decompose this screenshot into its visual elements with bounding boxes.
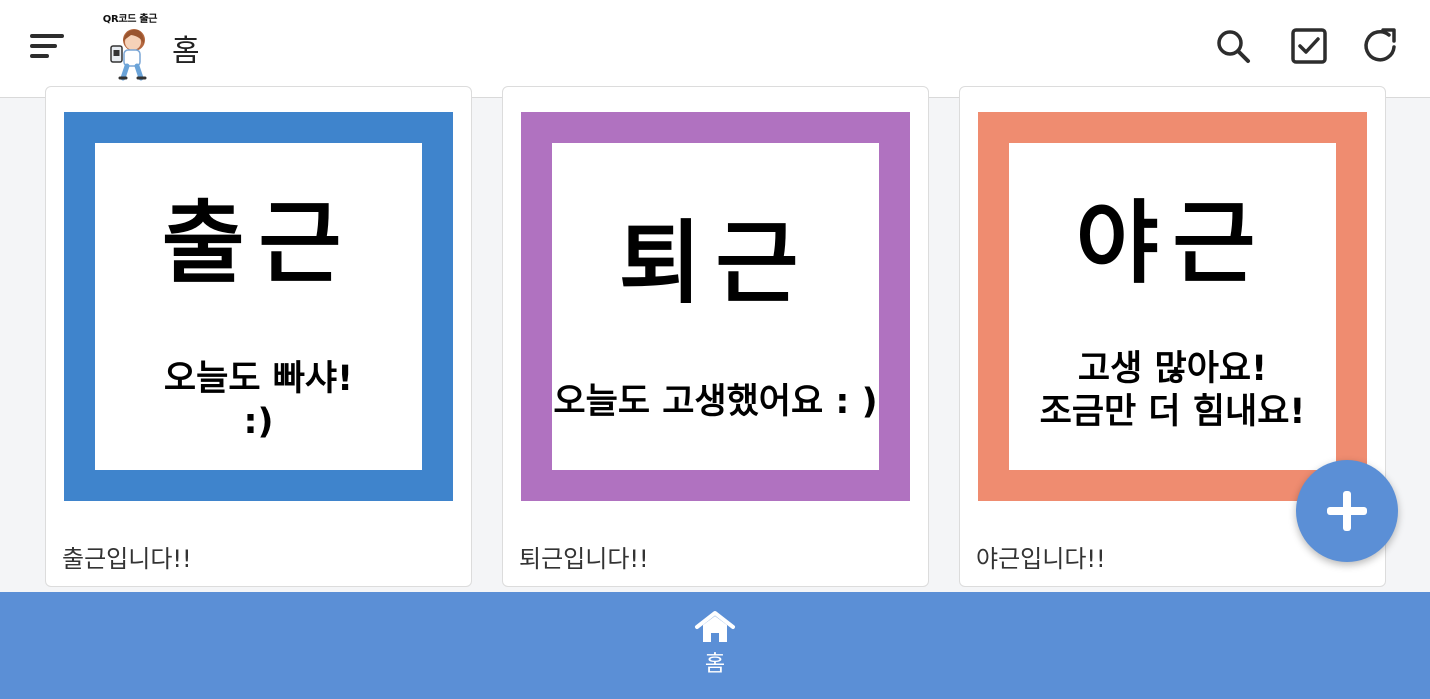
page-title: 홈	[172, 34, 200, 69]
nav-item-home-label: 홈	[704, 652, 726, 677]
card-check-out[interactable]: 퇴근 오늘도 고생했어요 : ) 퇴근입니다!!	[502, 86, 929, 587]
app-root: QR코드 출근 홈 출근 오늘도 빠샤!:) 출근입니다!! 퇴근 오늘도 고…	[0, 0, 1430, 699]
home-icon	[695, 611, 735, 642]
card-main-text: 야근	[1075, 191, 1270, 296]
card-caption: 야근입니다!!	[976, 545, 1106, 573]
card-sub-text: 고생 많아요! 조금만 더 힘내요!	[1039, 349, 1306, 433]
qr-image-frame: 출근 오늘도 빠샤! :)	[64, 112, 453, 501]
logo-character-illustration	[110, 29, 147, 81]
qr-image-inner: 퇴근 오늘도 고생했어요 : )	[552, 143, 879, 470]
plus-icon-vertical	[1343, 491, 1351, 531]
menu-line	[30, 54, 49, 58]
search-icon[interactable]	[1213, 26, 1253, 66]
top-app-bar: QR코드 출근 홈	[0, 0, 1430, 98]
card-sub-text: 오늘도 빠샤! :)	[163, 359, 354, 443]
menu-line	[30, 34, 64, 38]
card-check-in[interactable]: 출근 오늘도 빠샤! :) 출근입니다!!	[45, 86, 472, 587]
add-button[interactable]	[1296, 460, 1398, 562]
nav-item-home[interactable]: 홈	[675, 610, 755, 686]
card-main-text: 퇴근	[618, 211, 813, 316]
menu-icon[interactable]	[28, 30, 68, 64]
refresh-icon[interactable]	[1361, 26, 1401, 66]
qr-image-frame: 야근 고생 많아요! 조금만 더 힘내요!	[978, 112, 1367, 501]
qr-image-frame: 퇴근 오늘도 고생했어요 : )	[521, 112, 910, 501]
card-main-text: 출근	[161, 191, 356, 296]
card-caption: 퇴근입니다!!	[519, 545, 649, 573]
menu-line	[30, 44, 57, 48]
app-logo: QR코드 출근	[98, 10, 162, 82]
card-caption: 출근입니다!!	[62, 545, 192, 573]
bottom-navigation: 홈	[0, 592, 1430, 699]
qr-image-inner: 야근 고생 많아요! 조금만 더 힘내요!	[1009, 143, 1336, 470]
checkbox-icon[interactable]	[1289, 26, 1329, 66]
qr-image-inner: 출근 오늘도 빠샤! :)	[95, 143, 422, 470]
card-sub-text: 오늘도 고생했어요 : )	[553, 382, 878, 422]
